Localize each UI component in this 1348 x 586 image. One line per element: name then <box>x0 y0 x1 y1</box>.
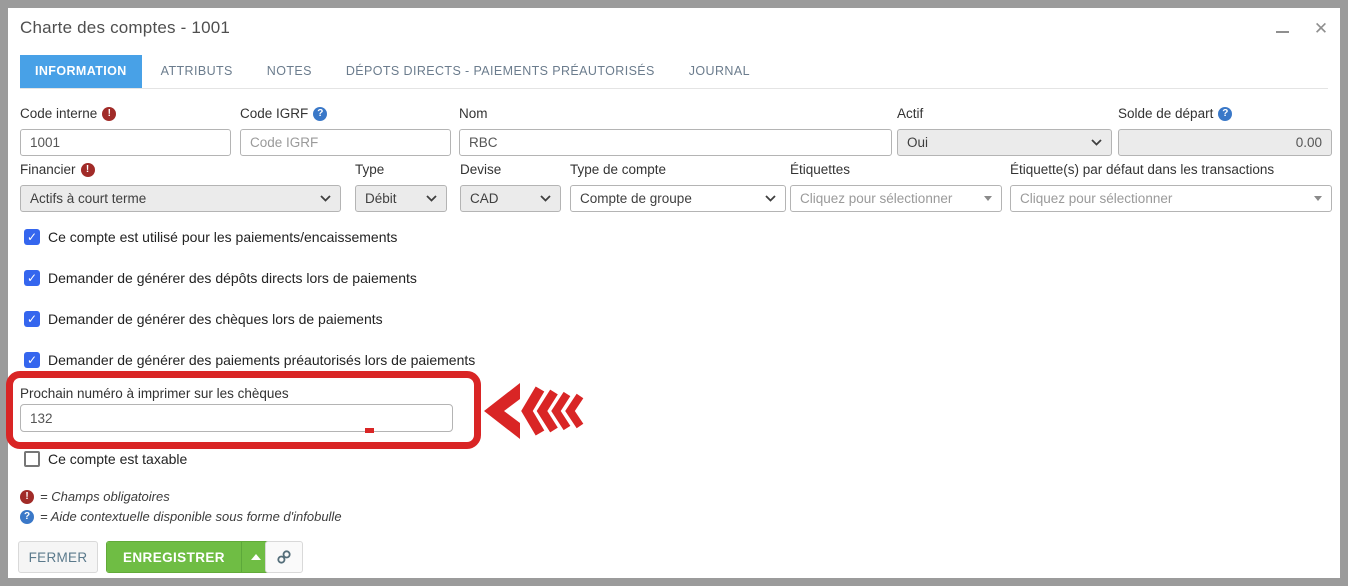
checkbox-checked-icon: ✓ <box>24 229 40 245</box>
checkbox-depots-directs[interactable]: ✓ Demander de générer des dépôts directs… <box>24 270 417 286</box>
type-de-compte-select[interactable]: Compte de groupe <box>570 185 786 212</box>
checkbox-label: Demander de générer des dépôts directs l… <box>48 270 417 286</box>
field-solde-depart: Solde de départ ? <box>1118 105 1332 156</box>
type-value: Débit <box>365 191 397 206</box>
code-igrf-label: Code IGRF <box>240 106 308 121</box>
field-code-interne: Code interne ! <box>20 105 231 156</box>
annotation-red-tick <box>365 428 374 433</box>
checkbox-taxable[interactable]: Ce compte est taxable <box>24 451 187 467</box>
field-devise: Devise CAD <box>460 161 561 212</box>
field-etiquettes-defaut: Étiquette(s) par défaut dans les transac… <box>1010 161 1332 212</box>
etiquettes-placeholder: Cliquez pour sélectionner <box>800 191 952 206</box>
type-select[interactable]: Débit <box>355 185 447 212</box>
tab-notes[interactable]: NOTES <box>252 55 327 88</box>
link-button[interactable] <box>265 541 303 573</box>
required-icon: ! <box>102 107 116 121</box>
enregistrer-button[interactable]: ENREGISTRER <box>107 542 241 572</box>
solde-depart-label: Solde de départ <box>1118 106 1213 121</box>
tab-information[interactable]: INFORMATION <box>20 55 142 88</box>
caret-down-icon <box>1314 196 1322 201</box>
chevron-down-icon <box>540 195 551 202</box>
chevron-down-icon <box>1091 139 1102 146</box>
code-igrf-input[interactable] <box>240 129 451 156</box>
devise-label: Devise <box>460 162 501 177</box>
checkbox-paiements-preautorises[interactable]: ✓ Demander de générer des paiements préa… <box>24 352 475 368</box>
checkbox-label: Demander de générer des chèques lors de … <box>48 311 383 327</box>
nom-input[interactable] <box>459 129 892 156</box>
etiquettes-defaut-placeholder: Cliquez pour sélectionner <box>1020 191 1172 206</box>
actif-select[interactable]: Oui <box>897 129 1112 156</box>
field-code-igrf: Code IGRF ? <box>240 105 451 156</box>
financier-label: Financier <box>20 162 76 177</box>
checkbox-cheques[interactable]: ✓ Demander de générer des chèques lors d… <box>24 311 383 327</box>
dialog-charte-des-comptes: Charte des comptes - 1001 ✕ INFORMATION … <box>8 8 1340 578</box>
tab-bar: INFORMATION ATTRIBUTS NOTES DÉPOTS DIREC… <box>20 55 1328 89</box>
annotation-arrow-left-icon <box>483 380 585 447</box>
legend-required: ! = Champs obligatoires <box>20 489 170 504</box>
tab-depots-directs[interactable]: DÉPOTS DIRECTS - PAIEMENTS PRÉAUTORISÉS <box>331 55 670 88</box>
code-interne-input[interactable] <box>20 129 231 156</box>
field-financier: Financier ! Actifs à court terme <box>20 161 341 212</box>
checkbox-checked-icon: ✓ <box>24 311 40 327</box>
etiquettes-label: Étiquettes <box>790 162 850 177</box>
etiquettes-defaut-select[interactable]: Cliquez pour sélectionner <box>1010 185 1332 212</box>
type-de-compte-value: Compte de groupe <box>580 191 692 206</box>
help-icon: ? <box>20 510 34 524</box>
etiquettes-select[interactable]: Cliquez pour sélectionner <box>790 185 1002 212</box>
financier-value: Actifs à court terme <box>30 191 146 206</box>
field-actif: Actif Oui <box>897 105 1112 156</box>
field-nom: Nom <box>459 105 892 156</box>
field-type-de-compte: Type de compte Compte de groupe <box>570 161 786 212</box>
code-interne-label: Code interne <box>20 106 97 121</box>
devise-select[interactable]: CAD <box>460 185 561 212</box>
devise-value: CAD <box>470 191 499 206</box>
actif-label: Actif <box>897 106 923 121</box>
checkbox-label: Demander de générer des paiements préaut… <box>48 352 475 368</box>
help-icon: ? <box>313 107 327 121</box>
chevron-down-icon <box>426 195 437 202</box>
legend-help: ? = Aide contextuelle disponible sous fo… <box>20 509 342 524</box>
caret-up-icon <box>251 554 261 560</box>
checkbox-checked-icon: ✓ <box>24 270 40 286</box>
page: { "window": { "title": "Charte des compt… <box>0 0 1348 586</box>
prochain-numero-input[interactable] <box>20 404 453 432</box>
required-icon: ! <box>20 490 34 504</box>
field-type: Type Débit <box>355 161 447 212</box>
checkbox-checked-icon: ✓ <box>24 352 40 368</box>
checkbox-unchecked-icon <box>24 451 40 467</box>
type-de-compte-label: Type de compte <box>570 162 666 177</box>
checkbox-paiements-encaissements[interactable]: ✓ Ce compte est utilisé pour les paiemen… <box>24 229 397 245</box>
tab-journal[interactable]: JOURNAL <box>674 55 765 88</box>
fermer-button[interactable]: FERMER <box>18 541 98 573</box>
close-icon[interactable]: ✕ <box>1308 16 1334 42</box>
help-icon: ? <box>1218 107 1232 121</box>
checkbox-label: Ce compte est utilisé pour les paiements… <box>48 229 397 245</box>
nom-label: Nom <box>459 106 488 121</box>
legend-help-text: = Aide contextuelle disponible sous form… <box>40 509 342 524</box>
financier-select[interactable]: Actifs à court terme <box>20 185 341 212</box>
chevron-down-icon <box>320 195 331 202</box>
minimize-icon[interactable] <box>1270 20 1294 44</box>
chevron-down-icon <box>765 195 776 202</box>
enregistrer-split-button: ENREGISTRER <box>106 541 271 573</box>
dialog-title: Charte des comptes - 1001 <box>20 18 230 38</box>
caret-down-icon <box>984 196 992 201</box>
etiquettes-defaut-label: Étiquette(s) par défaut dans les transac… <box>1010 162 1274 177</box>
tab-attributs[interactable]: ATTRIBUTS <box>146 55 248 88</box>
field-prochain-numero-cheques: Prochain numéro à imprimer sur les chèqu… <box>20 385 453 432</box>
field-etiquettes: Étiquettes Cliquez pour sélectionner <box>790 161 1002 212</box>
checkbox-label: Ce compte est taxable <box>48 451 187 467</box>
solde-depart-input[interactable] <box>1118 129 1332 156</box>
minimize-bar <box>1276 31 1289 33</box>
required-icon: ! <box>81 163 95 177</box>
type-label: Type <box>355 162 384 177</box>
link-icon <box>275 548 293 566</box>
actif-value: Oui <box>907 135 928 150</box>
prochain-numero-label: Prochain numéro à imprimer sur les chèqu… <box>20 386 289 401</box>
legend-required-text: = Champs obligatoires <box>40 489 170 504</box>
